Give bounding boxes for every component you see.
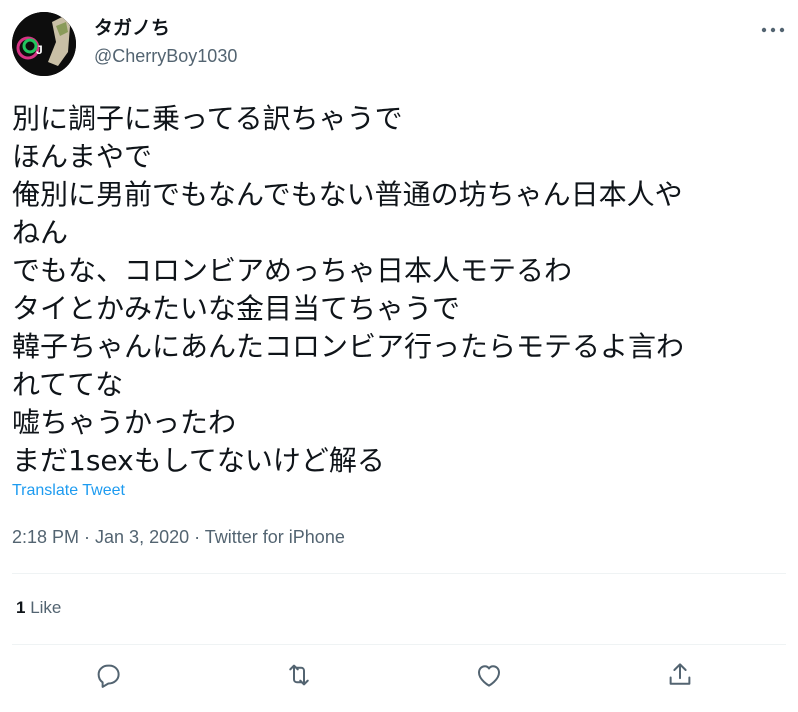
like-count-number: 1 bbox=[16, 598, 26, 617]
share-icon[interactable] bbox=[665, 660, 695, 690]
retweet-icon[interactable] bbox=[284, 660, 314, 690]
avatar[interactable]: J bbox=[12, 12, 76, 76]
user-handle[interactable]: @CherryBoy1030 bbox=[94, 45, 237, 67]
heart-icon[interactable] bbox=[474, 660, 504, 690]
like-count-label: Like bbox=[30, 598, 62, 617]
more-horizontal-icon[interactable] bbox=[760, 22, 786, 38]
like-count[interactable]: 1 Like bbox=[16, 598, 61, 618]
tweet-header: J タガノち @CherryBoy1030 bbox=[12, 12, 786, 76]
tweet-timestamp[interactable]: 2:18 PM · Jan 3, 2020 · Twitter for iPho… bbox=[12, 527, 345, 548]
tweet-text: 別に調子に乗ってる訳ちゃうで ほんまやで 俺別に男前でもなんでもない普通の坊ちゃ… bbox=[12, 102, 685, 477]
translate-tweet-link[interactable]: Translate Tweet bbox=[12, 482, 125, 500]
divider bbox=[12, 644, 786, 645]
svg-text:J: J bbox=[36, 43, 43, 57]
divider bbox=[12, 573, 786, 574]
avatar-image: J bbox=[12, 12, 76, 76]
reply-icon[interactable] bbox=[93, 660, 123, 690]
display-name[interactable]: タガノち bbox=[94, 16, 170, 40]
tweet-actions bbox=[0, 660, 798, 696]
